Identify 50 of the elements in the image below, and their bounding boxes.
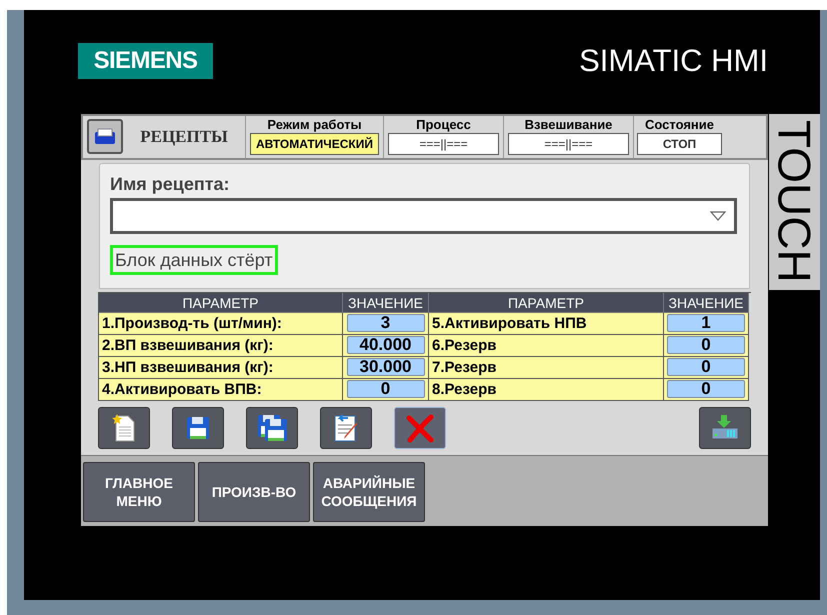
status-label: Состояние bbox=[644, 116, 714, 132]
recipe-label: Имя рецепта: bbox=[110, 172, 231, 196]
nav-button[interactable]: АВАРИЙНЫЕ СООБЩЕНИЯ bbox=[313, 462, 425, 522]
status-label: Режим работы bbox=[267, 116, 362, 132]
product-title: SIMATIC HMI bbox=[579, 42, 768, 80]
value-field[interactable]: 40.000 bbox=[346, 336, 424, 354]
status-value: СТОП bbox=[636, 132, 722, 154]
nav-button[interactable]: ПРОИЗВ-ВО bbox=[198, 462, 310, 522]
status-label: Взвешивание bbox=[524, 116, 612, 132]
touch-label: TOUCH bbox=[772, 120, 818, 283]
rename-button[interactable] bbox=[320, 406, 372, 448]
cross-icon bbox=[404, 412, 436, 442]
status-value: ===||=== bbox=[388, 132, 500, 154]
floppy-disks-icon bbox=[256, 412, 288, 442]
parameter-label: 5.Активировать НПВ bbox=[429, 312, 664, 334]
column-header: ПАРАМЕТР bbox=[429, 292, 664, 312]
parameter-label: 3.НП взвешивания (кг): bbox=[99, 356, 343, 378]
value-field[interactable]: 0 bbox=[346, 380, 424, 398]
save-button[interactable] bbox=[172, 406, 224, 448]
status-message: Блок данных стёрт bbox=[110, 244, 278, 274]
load-button[interactable] bbox=[699, 406, 752, 448]
new-button[interactable] bbox=[98, 406, 150, 448]
dropdown-arrow-icon bbox=[710, 210, 726, 220]
status-label: Процесс bbox=[416, 116, 471, 132]
save-as-button[interactable] bbox=[246, 406, 298, 448]
column-header: ЗНАЧЕНИЕ bbox=[664, 292, 749, 312]
download-device-icon bbox=[709, 412, 742, 442]
delete-button[interactable] bbox=[394, 406, 446, 448]
parameter-label: 6.Резерв bbox=[429, 334, 664, 356]
value-field[interactable]: 3 bbox=[346, 314, 424, 332]
menu-button[interactable] bbox=[87, 119, 123, 154]
value-field[interactable]: 0 bbox=[667, 380, 745, 398]
column-header: ЗНАЧЕНИЕ bbox=[343, 292, 429, 312]
column-header: ПАРАМЕТР bbox=[99, 292, 343, 312]
value-field[interactable]: 0 bbox=[667, 336, 745, 354]
status-value: АВТОМАТИЧЕСКИЙ bbox=[250, 132, 379, 154]
screen-icon bbox=[94, 128, 116, 146]
screen-title: РЕЦЕПТЫ bbox=[139, 126, 229, 148]
parameter-label: 2.ВП взвешивания (кг): bbox=[99, 334, 343, 356]
value-field[interactable]: 1 bbox=[667, 314, 745, 332]
parameter-label: 8.Резерв bbox=[429, 378, 664, 400]
value-field[interactable]: 0 bbox=[667, 358, 745, 376]
nav-button[interactable]: ГЛАВНОЕ МЕНЮ bbox=[83, 462, 195, 522]
value-field[interactable]: 30.000 bbox=[346, 358, 424, 376]
parameter-label: 1.Производ-ть (шт/мин): bbox=[99, 312, 343, 334]
parameter-label: 4.Активировать ВПВ: bbox=[99, 378, 343, 400]
status-value: ===||=== bbox=[508, 132, 630, 154]
recipe-dropdown[interactable] bbox=[110, 198, 738, 234]
parameter-label: 7.Резерв bbox=[429, 356, 664, 378]
logo: SIEMENS bbox=[78, 43, 213, 80]
